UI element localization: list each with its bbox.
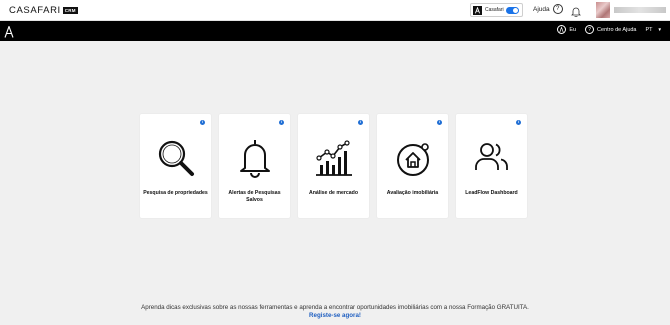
bar-chart-icon [314, 138, 354, 178]
account-name[interactable] [614, 7, 666, 13]
notifications-bell-icon[interactable] [571, 4, 581, 18]
card-property-search[interactable]: i Pesquisa de propriedades [140, 114, 211, 218]
logo-badge: CRM [62, 7, 78, 14]
card-market-analysis[interactable]: i Análise de mercado [298, 114, 369, 218]
card-label: LeadFlow Dashboard [465, 190, 518, 196]
card-label: Avaliação imobiliária [386, 190, 439, 196]
info-icon[interactable]: i [279, 120, 284, 125]
help-button[interactable]: Ajuda ? [533, 4, 563, 14]
help-center-link[interactable]: ? Centro de Ajuda [585, 25, 637, 34]
product-toggle[interactable] [506, 7, 519, 14]
nav-bar: Eu ? Centro de Ajuda PT ▼ [0, 21, 670, 41]
bell-icon [235, 138, 275, 178]
info-icon[interactable]: i [437, 120, 442, 125]
users-icon [472, 138, 512, 178]
language-label: PT [645, 26, 653, 33]
product-switcher[interactable]: Casafari [470, 3, 523, 17]
card-label: Alertas de Pesquisas Salvos [228, 190, 281, 203]
casafari-logo[interactable]: CASAFARI CRM [9, 5, 78, 16]
chevron-down-icon: ▼ [657, 27, 662, 32]
card-label: Pesquisa de propriedades [143, 190, 208, 196]
casafari-a-icon [473, 5, 482, 15]
help-label: Ajuda [533, 5, 550, 13]
me-label: Eu [569, 26, 577, 33]
casafari-a-logo-icon[interactable] [4, 24, 14, 38]
info-icon[interactable]: i [516, 120, 521, 125]
info-icon[interactable]: i [200, 120, 205, 125]
magnifier-icon [156, 138, 196, 178]
register-link[interactable]: Registe-se agora! [0, 312, 670, 319]
logo-text: CASAFARI [9, 5, 61, 16]
promo-text: Aprenda dicas exclusivas sobre as nossas… [141, 304, 529, 311]
house-valuation-icon [393, 138, 433, 178]
product-cards: i Pesquisa de propriedades i Alertas de … [140, 114, 527, 218]
me-menu[interactable]: Eu [557, 25, 576, 34]
language-selector[interactable]: PT ▼ [646, 27, 663, 33]
question-circle-icon: ? [585, 25, 595, 34]
card-property-valuation[interactable]: i Avaliação imobiliária [377, 114, 448, 218]
top-bar: CASAFARI CRM Casafari Ajuda ? [0, 0, 670, 21]
help-center-label: Centro de Ajuda [597, 26, 637, 33]
user-circle-icon [557, 25, 567, 34]
info-icon[interactable]: i [358, 120, 363, 125]
avatar[interactable] [596, 2, 610, 18]
help-icon: ? [552, 4, 563, 14]
switcher-label: Casafari [485, 7, 504, 13]
card-label: Análise de mercado [308, 190, 358, 196]
nav-right: Eu ? Centro de Ajuda PT ▼ [548, 25, 662, 34]
card-leadflow-dashboard[interactable]: i LeadFlow Dashboard [456, 114, 527, 218]
card-saved-search-alerts[interactable]: i Alertas de Pesquisas Salvos [219, 114, 290, 218]
